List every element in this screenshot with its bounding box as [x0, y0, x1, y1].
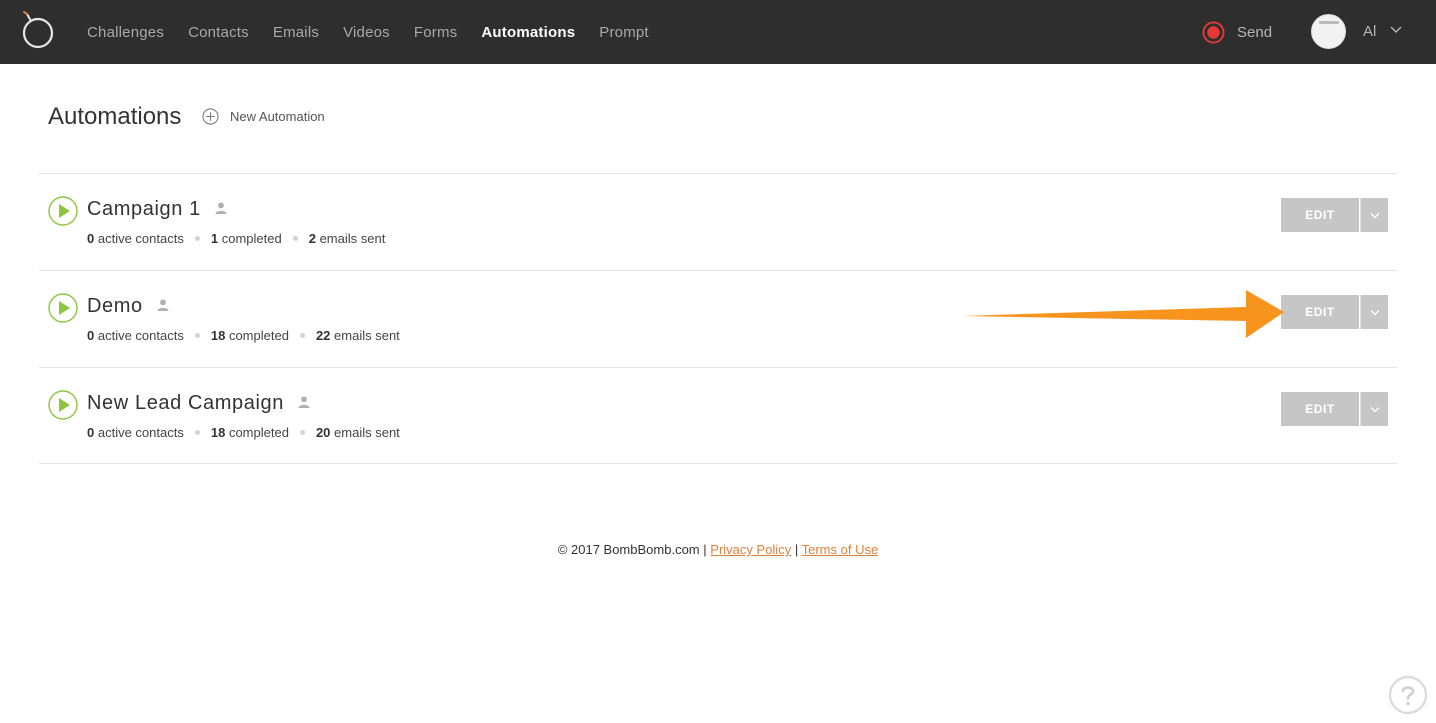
completed-label: completed — [221, 231, 282, 246]
plus-circle-icon — [202, 108, 219, 125]
separator-dot — [299, 430, 305, 435]
automation-row: New Lead Campaign 0 active contacts 18 c… — [39, 367, 1397, 464]
person-icon — [298, 396, 310, 408]
page-title: Automations — [48, 103, 182, 130]
separator-dot — [194, 236, 200, 241]
sent-count: 2 — [308, 231, 316, 246]
terms-of-use-link[interactable]: Terms of Use — [802, 542, 879, 557]
play-icon[interactable] — [48, 196, 78, 226]
user-initials[interactable]: Al — [1363, 23, 1376, 40]
separator-dot — [194, 333, 200, 338]
active-label: active contacts — [97, 425, 184, 440]
new-automation-label: New Automation — [230, 109, 325, 124]
nav-automations[interactable]: Automations — [481, 24, 575, 41]
separator-dot — [292, 236, 298, 241]
sent-label: emails sent — [319, 231, 386, 246]
avatar[interactable] — [1311, 14, 1346, 49]
sent-count: 20 — [315, 425, 331, 440]
automation-stats: 0 active contacts 1 completed 2 emails s… — [87, 231, 385, 246]
nav-challenges[interactable]: Challenges — [87, 24, 164, 41]
completed-count: 1 — [210, 231, 219, 246]
automation-row: Campaign 1 0 active contacts 1 completed… — [39, 173, 1397, 270]
completed-count: 18 — [210, 425, 226, 440]
help-icon[interactable] — [1388, 675, 1428, 715]
send-button[interactable]: Send — [1202, 20, 1272, 44]
new-automation-button[interactable]: New Automation — [202, 108, 325, 125]
completed-label: completed — [228, 425, 289, 440]
top-navbar: Challenges Contacts Emails Videos Forms … — [0, 0, 1436, 64]
sent-label: emails sent — [334, 425, 400, 440]
edit-dropdown-button[interactable] — [1360, 392, 1388, 426]
person-icon — [157, 299, 169, 311]
active-count: 0 — [87, 425, 95, 440]
chevron-down-icon[interactable] — [1390, 25, 1402, 35]
caret-down-icon — [1370, 309, 1379, 315]
nav-emails[interactable]: Emails — [273, 24, 319, 41]
separator-dot — [194, 430, 200, 435]
footer-separator: | — [794, 542, 799, 557]
automation-row: Demo 0 active contacts 18 completed 22 e… — [39, 270, 1397, 367]
automation-name-link[interactable]: Demo — [87, 295, 169, 318]
avatar-logo-mark — [1319, 21, 1339, 24]
main-nav: Challenges Contacts Emails Videos Forms … — [75, 0, 661, 64]
nav-prompt[interactable]: Prompt — [599, 24, 649, 41]
caret-down-icon — [1370, 212, 1379, 218]
active-label: active contacts — [97, 328, 184, 343]
person-icon — [215, 202, 227, 214]
automation-name: Campaign 1 — [87, 198, 201, 220]
automation-stats: 0 active contacts 18 completed 20 emails… — [87, 425, 400, 440]
privacy-policy-link[interactable]: Privacy Policy — [710, 542, 791, 557]
separator-dot — [299, 333, 305, 338]
send-label: Send — [1237, 23, 1273, 41]
edit-button[interactable]: EDIT — [1281, 295, 1359, 329]
edit-button-group: EDIT — [1281, 295, 1388, 329]
automation-name: Demo — [87, 295, 143, 317]
bombbomb-logo-icon[interactable] — [20, 10, 56, 50]
automation-name-link[interactable]: New Lead Campaign — [87, 392, 310, 415]
edit-dropdown-button[interactable] — [1360, 295, 1388, 329]
edit-dropdown-button[interactable] — [1360, 198, 1388, 232]
play-icon[interactable] — [48, 293, 78, 323]
nav-videos[interactable]: Videos — [343, 24, 390, 41]
automation-list: Campaign 1 0 active contacts 1 completed… — [39, 173, 1397, 464]
automation-name: New Lead Campaign — [87, 392, 284, 414]
caret-down-icon — [1370, 406, 1379, 412]
completed-label: completed — [228, 328, 289, 343]
active-count: 0 — [87, 328, 95, 343]
edit-button-group: EDIT — [1281, 198, 1388, 232]
footer-separator: | — [703, 542, 707, 557]
edit-button-group: EDIT — [1281, 392, 1388, 426]
edit-button[interactable]: EDIT — [1281, 392, 1359, 426]
footer: © 2017 BombBomb.com | Privacy Policy | T… — [0, 542, 1436, 557]
active-label: active contacts — [97, 231, 184, 246]
play-icon[interactable] — [48, 390, 78, 420]
sent-count: 22 — [315, 328, 331, 343]
active-count: 0 — [87, 231, 95, 246]
nav-contacts[interactable]: Contacts — [188, 24, 249, 41]
record-icon — [1202, 20, 1225, 44]
copyright-text: © 2017 BombBomb.com — [557, 542, 700, 557]
sent-label: emails sent — [334, 328, 400, 343]
edit-button[interactable]: EDIT — [1281, 198, 1359, 232]
nav-forms[interactable]: Forms — [414, 24, 458, 41]
completed-count: 18 — [210, 328, 226, 343]
automation-stats: 0 active contacts 18 completed 22 emails… — [87, 328, 400, 343]
automation-name-link[interactable]: Campaign 1 — [87, 198, 227, 221]
